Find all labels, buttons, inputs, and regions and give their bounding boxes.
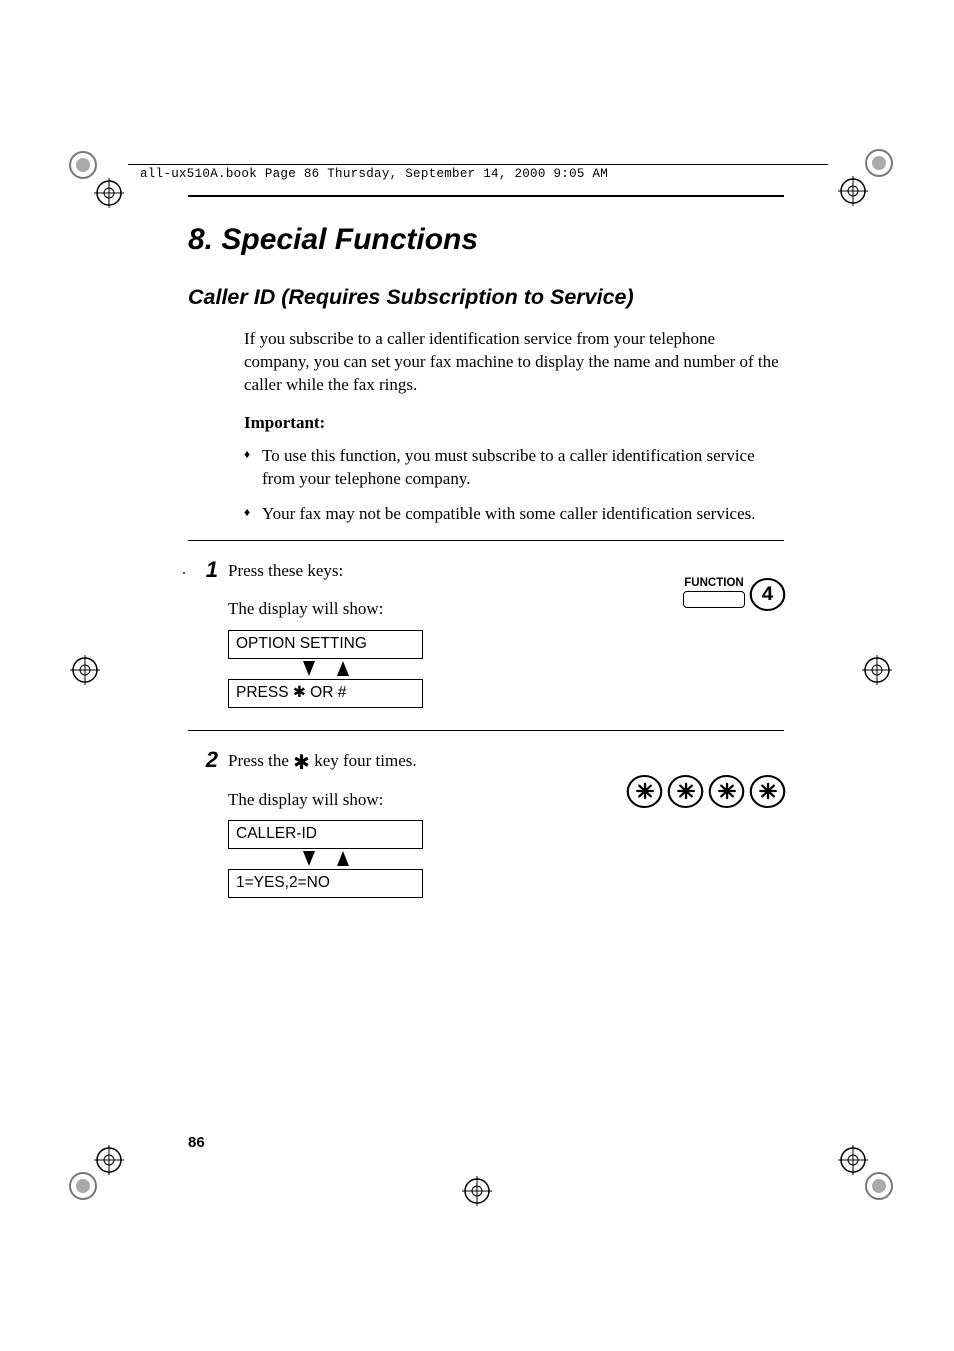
up-arrow-icon [337,661,349,676]
bullet-item: Your fax may not be compatible with some… [244,503,784,526]
step-2-subtext: The display will show: [228,788,594,813]
page-number: 86 [188,1134,205,1151]
reg-mark-bl-2 [94,1145,124,1175]
function-button-icon [683,591,745,608]
step-2-number: 2 [206,747,218,772]
reg-mark-mb [462,1176,492,1206]
reg-mark-tl-1 [68,150,98,180]
function-key-visual: FUNCTION 4 [683,577,784,613]
star-glyph: ✱ [293,752,310,774]
lcd-2-arrows [228,849,423,869]
reg-mark-mr [862,655,892,685]
lcd-1-bottom: PRESS ✱ OR # [228,679,423,708]
important-label: Important: [188,413,784,433]
down-arrow-icon [303,661,315,676]
step-1-number: 1 [206,557,218,582]
reg-mark-bl-1 [68,1171,98,1201]
star-key-icon [750,775,786,808]
up-arrow-icon [337,851,349,866]
lcd-2-top: CALLER-ID [228,820,423,849]
star-key-icon [709,775,745,808]
step-1-text: Press these keys: [228,559,594,584]
star-keys-visual [628,775,784,808]
lcd-2-bottom: 1=YES,2=NO [228,869,423,898]
step-separator [188,730,784,731]
reg-mark-br-2 [838,1145,868,1175]
reg-mark-tr-1 [864,148,894,178]
chapter-rule [188,195,784,197]
lcd-1-top: OPTION SETTING [228,630,423,659]
section-title: Caller ID (Requires Subscription to Serv… [188,285,784,310]
star-key-icon [627,775,663,808]
page-header-rule [128,164,828,165]
lcd-display-2: CALLER-ID 1=YES,2=NO [228,820,423,898]
step-2-row: 2 Press the ✱ key four times. The displa… [188,749,784,898]
reg-mark-tl-2 [94,178,124,208]
bullet-item: To use this function, you must subscribe… [244,445,784,491]
reg-mark-br-1 [864,1171,894,1201]
chapter-title: 8. Special Functions [188,223,784,257]
intro-paragraph: If you subscribe to a caller identificat… [188,328,784,397]
step-1-dot: . [182,561,186,579]
reg-mark-tr-2 [838,176,868,206]
function-key-label: FUNCTION [683,577,745,589]
step-1-row: . 1 Press these keys: The display will s… [188,559,784,708]
lcd-1-arrows [228,659,423,679]
lcd-display-1: OPTION SETTING PRESS ✱ OR # [228,630,423,708]
step-separator [188,540,784,541]
page-header-text: all-ux510A.book Page 86 Thursday, Septem… [140,167,608,181]
reg-mark-ml [70,655,100,685]
digit-4-key: 4 [750,578,786,611]
star-key-icon [668,775,704,808]
step-2-text: Press the ✱ key four times. [228,749,594,774]
step-1-subtext: The display will show: [228,597,594,622]
down-arrow-icon [303,851,315,866]
